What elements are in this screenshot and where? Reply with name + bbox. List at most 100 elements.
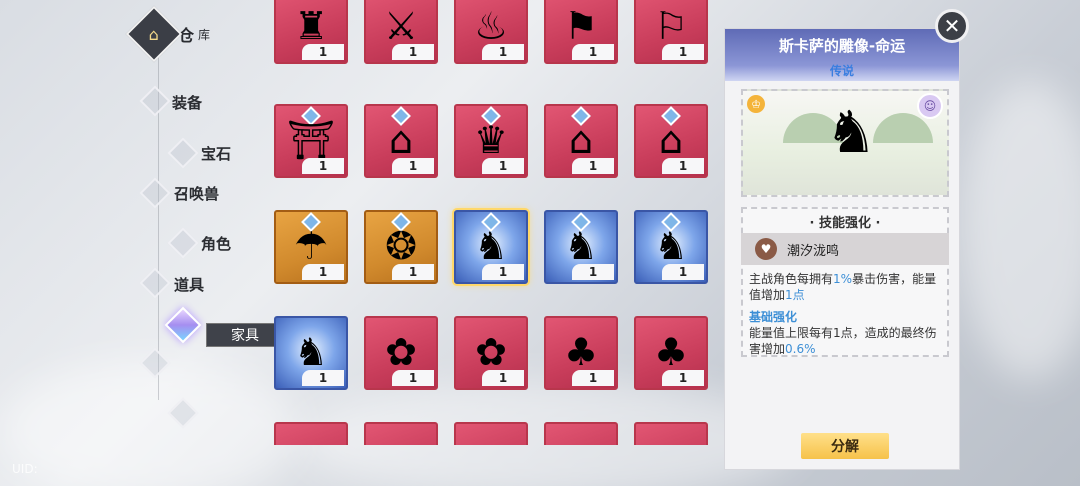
inventory-item[interactable]: ⚑ 1 (544, 0, 618, 64)
inventory-item[interactable] (274, 422, 348, 445)
close-icon[interactable]: ✕ (935, 9, 969, 43)
nav-item-items[interactable]: 道具 (174, 274, 204, 295)
inventory-item[interactable]: ⌂ 1 (544, 104, 618, 178)
item-count: 1 (482, 44, 524, 60)
manor-icon: ⌂ (568, 117, 594, 162)
inventory-item[interactable]: ✿ 1 (454, 316, 528, 390)
item-detail-panel: 斯卡萨的雕像-命运 传说 ♞ ♔ ☺ · 技能强化 · ♥ 潮汐泷鸣 主战角色每… (724, 28, 960, 470)
inventory-item[interactable]: ⚔ 1 (364, 0, 438, 64)
nav-item-characters[interactable]: 角色 (201, 233, 231, 254)
skill-section-title: · 技能强化 · (809, 216, 881, 231)
fountain-icon: ♨ (473, 3, 509, 48)
nav-item-summons[interactable]: 召唤兽 (174, 183, 219, 204)
banner-stand-icon: ⚐ (653, 3, 689, 48)
item-count: 1 (572, 44, 614, 60)
inventory-item[interactable]: ⛩ 1 (274, 104, 348, 178)
mansion-icon: ⌂ (388, 117, 414, 162)
inventory-item[interactable]: ♞ 1 (454, 210, 528, 284)
inventory-item[interactable]: ❂ 1 (364, 210, 438, 284)
golden-signpost-icon: ⚑ (563, 3, 599, 48)
inventory-item[interactable]: ♜ 1 (274, 0, 348, 64)
skill-row[interactable]: ♥ 潮汐泷鸣 (741, 233, 949, 265)
item-count: 1 (572, 370, 614, 386)
item-count: 1 (482, 370, 524, 386)
inventory-item[interactable] (364, 422, 438, 445)
item-count: 1 (302, 264, 344, 280)
item-count: 1 (572, 158, 614, 174)
diamond-icon (167, 137, 199, 169)
inventory-item[interactable] (544, 422, 618, 445)
statue-icon: ♞ (473, 223, 509, 268)
green-lantern-icon: ♣ (563, 329, 599, 374)
item-count: 1 (392, 44, 434, 60)
inventory-item[interactable]: ♞ 1 (634, 210, 708, 284)
diamond-icon (139, 177, 171, 209)
warehouse-icon: ⌂ (125, 5, 183, 63)
decompose-button[interactable]: 分解 (801, 433, 889, 459)
item-count: 1 (392, 158, 434, 174)
item-count: 1 (482, 158, 524, 174)
inventory-item[interactable]: ☂ 1 (274, 210, 348, 284)
blossom-tree-icon: ✿ (475, 329, 507, 374)
heart-icon: ♥ (755, 238, 777, 260)
nav-item-equipment[interactable]: 装备 (172, 92, 202, 113)
skill-section: · 技能强化 · ♥ 潮汐泷鸣 主战角色每拥有1%暴击伤害，能量值增加1点 基础… (741, 207, 949, 357)
statue-icon: ♞ (825, 98, 877, 166)
item-count: 1 (572, 264, 614, 280)
inventory-item[interactable]: ♛ 1 (454, 104, 528, 178)
weapon-rack-icon: ⚔ (383, 3, 419, 48)
item-count: 1 (392, 370, 434, 386)
nav-item-gems[interactable]: 宝石 (201, 143, 231, 164)
statue-icon: ♞ (653, 223, 689, 268)
item-count: 1 (302, 370, 344, 386)
inventory-item[interactable]: ♣ 1 (544, 316, 618, 390)
dragon-house-icon: ♛ (473, 117, 509, 162)
inventory-item[interactable] (454, 422, 528, 445)
inventory-item[interactable]: ♨ 1 (454, 0, 528, 64)
inventory-item[interactable]: ♞ 1 (274, 316, 348, 390)
furniture-diamond-icon (164, 306, 202, 344)
inventory-item[interactable]: ♣ 1 (634, 316, 708, 390)
parasol-icon: ☂ (293, 223, 329, 268)
inventory-item[interactable]: ⌂ 1 (364, 104, 438, 178)
basic-enhance-title: 基础强化 (749, 310, 798, 324)
diamond-icon (139, 347, 171, 379)
lamp-post-icon: ♜ (293, 3, 329, 48)
inventory-item[interactable]: ✿ 1 (364, 316, 438, 390)
warehouse-subtitle: 库 (198, 27, 211, 42)
warehouse-header: ⌂ 仓 库 (125, 5, 211, 63)
inventory-grid: ♜ 1 ⚔ 1 ♨ 1 ⚑ 1 ⚐ 1 ⛩ 1 ⌂ 1 ♛ 1 ⌂ 1 ⌂ 1 ☂ 1 ❂ 1 ♞ 1 ♞ 1 ♞ 1 ♞ 1 ✿ 1 ✿ 1 ♣ 1 ♣ 1 (262, 0, 716, 445)
basic-enhance-desc: 能量值上限每有1点，造成的最终伤害增加0.6% (749, 326, 937, 356)
statue-icon: ♞ (563, 223, 599, 268)
green-lantern-icon: ♣ (653, 329, 689, 374)
owner-tag-icon: ♔ (747, 95, 765, 113)
inventory-item[interactable] (634, 422, 708, 445)
item-count: 1 (662, 370, 704, 386)
item-count: 1 (392, 264, 434, 280)
item-preview: ♞ ♔ ☺ (741, 89, 949, 197)
statue-icon: ♞ (293, 329, 329, 374)
uid-label: UID: (12, 462, 38, 476)
skill-desc-line: 主战角色每拥有1%暴击伤害，能量值增加1点 (749, 272, 937, 302)
pavilion-icon: ⛩ (286, 117, 336, 162)
item-count: 1 (482, 264, 524, 280)
item-count: 1 (302, 44, 344, 60)
diamond-icon (139, 267, 171, 299)
item-count: 1 (302, 158, 344, 174)
inventory-item[interactable]: ♞ 1 (544, 210, 618, 284)
character-avatar[interactable]: ☺ (917, 93, 943, 119)
cottage-icon: ⌂ (658, 117, 684, 162)
diamond-icon (167, 397, 199, 429)
item-count: 1 (662, 158, 704, 174)
rarity-label: 传说 (829, 64, 854, 78)
skill-name: 潮汐泷鸣 (787, 243, 840, 259)
blossom-tree-icon: ✿ (385, 329, 417, 374)
item-title: 斯卡萨的雕像-命运 (778, 37, 906, 55)
ornate-frame-icon: ❂ (385, 223, 417, 268)
detail-header: 斯卡萨的雕像-命运 传说 (725, 29, 959, 81)
inventory-item[interactable]: ⚐ 1 (634, 0, 708, 64)
item-count: 1 (662, 264, 704, 280)
skill-description: 主战角色每拥有1%暴击伤害，能量值增加1点 基础强化 能量值上限每有1点，造成的… (749, 271, 945, 357)
inventory-item[interactable]: ⌂ 1 (634, 104, 708, 178)
diamond-icon (167, 227, 199, 259)
